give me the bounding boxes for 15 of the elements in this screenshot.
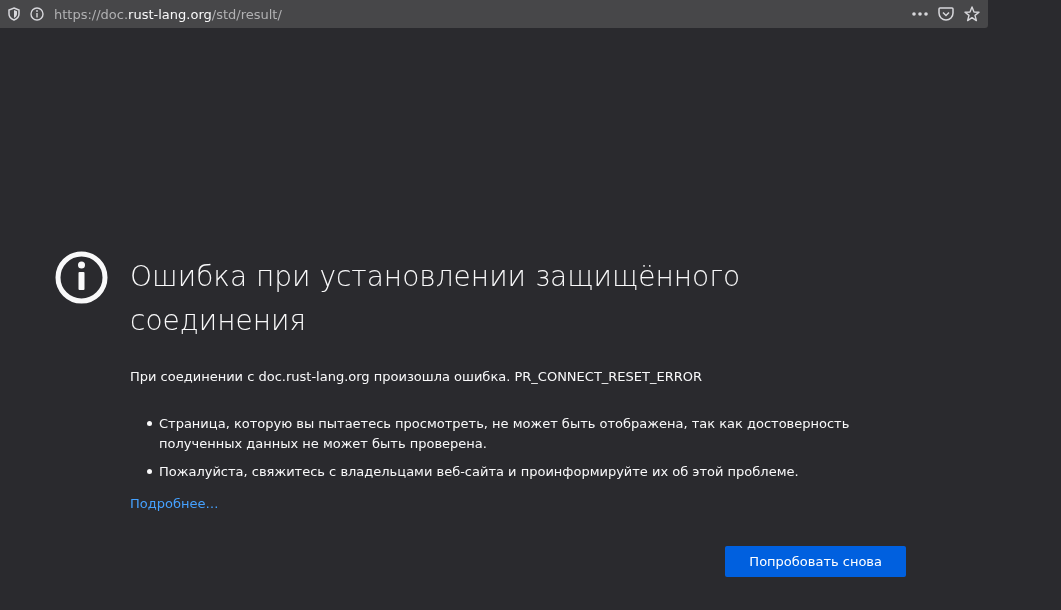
bullet-icon (147, 421, 152, 426)
info-icon (55, 251, 108, 304)
star-icon[interactable] (964, 6, 980, 22)
bullet-text: Страница, которую вы пытаетесь просмотреть, не может быть отображена, так как достоверность полученных данных не может быть проверена. (159, 415, 851, 453)
shield-icon[interactable] (8, 7, 20, 21)
info-icon[interactable] (30, 7, 44, 21)
more-icon[interactable] (912, 12, 928, 16)
try-again-button[interactable]: Попробовать снова (725, 546, 906, 577)
error-message: При соединении с doc.rust-lang.org произошла ошибка. PR_CONNECT_RESET_ERROR (130, 369, 704, 384)
bullet-text: Пожалуйста, свяжитесь с владельцами веб-сайта и проинформируйте их об этой проблеме. (159, 463, 800, 481)
address-bar[interactable]: https://doc.rust-lang.org/std/result/ (0, 0, 988, 28)
bullet-icon (147, 469, 152, 474)
pocket-icon[interactable] (938, 6, 954, 22)
error-title: Ошибка при установлении защищённого соединения (130, 259, 742, 339)
learn-more-link[interactable]: Подробнее… (130, 496, 219, 511)
